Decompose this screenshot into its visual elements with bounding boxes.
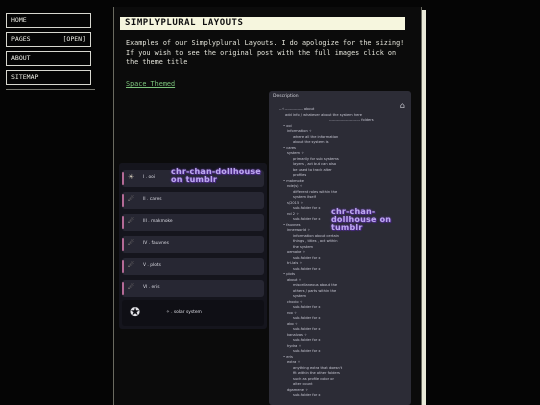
description-line: things , titles , act within — [293, 239, 338, 243]
sidebar-item-accent — [122, 216, 124, 229]
description-line: hydra ✧ — [287, 343, 302, 348]
sidebar-item-label: I . ooi — [143, 175, 156, 180]
nav-sitemap-label: SITEMAP — [11, 73, 39, 81]
description-line: • cares — [283, 145, 296, 150]
sidebar-item-accent — [122, 172, 124, 185]
description-line: about the system is — [293, 140, 329, 144]
description-line: sub-folder for x — [293, 255, 321, 260]
panel-shadow — [422, 10, 426, 405]
description-line: about ✧ — [287, 277, 302, 282]
description-line: such as profile color or — [293, 376, 334, 381]
description-line: sub-folder for x — [293, 305, 321, 309]
sidebar-active-item[interactable]: ✪ ✧ . solar system — [122, 300, 264, 326]
description-line: system — [293, 294, 306, 298]
description-header: Description — [273, 94, 299, 99]
description-line: kanalvas ✧ — [287, 332, 308, 337]
description-line: the system — [293, 244, 314, 249]
description-line: chocio ✧ — [287, 299, 303, 304]
description-line: oemake ✧ — [287, 250, 306, 254]
description-line: layers , act but can also — [293, 162, 337, 166]
description-line: ------------------------ folders — [329, 118, 374, 122]
sidebar-item[interactable]: ☄ II . cares — [122, 192, 264, 209]
description-line: fit within the other folders — [293, 371, 340, 375]
description-line: s/2015 ✧ — [287, 200, 304, 205]
sun-icon: ☀ — [128, 173, 135, 181]
sidebar-item-label: VI . eris — [143, 285, 160, 290]
description-line: system ✧ — [287, 151, 305, 155]
sidebar-credit: chr-chan-dollhouse on tumblr — [171, 167, 261, 184]
comet-icon: ☄ — [128, 217, 135, 225]
description-line: • makmoke — [283, 178, 304, 183]
site-nav: HOME PAGES [OPEN] ABOUT SITEMAP — [6, 13, 91, 89]
nav-home[interactable]: HOME — [6, 13, 91, 28]
post-intro: Examples of our Simplyplural Layouts. I … — [126, 39, 405, 66]
description-line: information ✧ — [287, 129, 312, 133]
description-line: miscellaneous about the — [293, 283, 338, 287]
sidebar-item[interactable]: ☄ V . plots — [122, 258, 264, 275]
nav-about-label: ABOUT — [11, 54, 31, 62]
description-line: sub-folder for x — [293, 393, 321, 397]
sidebar-item-label: II . cares — [143, 197, 162, 202]
description-line: primarily for sub systems — [293, 156, 339, 161]
description-line: alter count — [293, 382, 313, 386]
description-line: anything extra that doesn't — [293, 365, 343, 370]
comet-icon: ☄ — [128, 261, 135, 269]
description-line: • plots — [283, 272, 296, 276]
description-line: be used to track alter — [293, 167, 332, 172]
description-line: sub-folder for x — [293, 266, 321, 271]
sidebar-item-label: V . plots — [143, 263, 161, 268]
description-line: add info / whatever about the system her… — [285, 112, 362, 117]
description-line: profiles — [293, 173, 307, 177]
description-line: others / parts within the — [293, 288, 337, 293]
nav-home-label: HOME — [11, 16, 27, 24]
nav-pages[interactable]: PAGES [OPEN] — [6, 32, 91, 47]
comet-icon: ☄ — [128, 239, 135, 247]
sidebar-item-label: IV . fauvnes — [143, 241, 169, 246]
comet-icon: ☄ — [128, 195, 135, 203]
description-line: • eris — [283, 354, 293, 359]
description-line: roo ✧ — [287, 310, 297, 315]
description-line: role(s) ✧ — [287, 184, 303, 188]
description-credit: chr-chan-dollhouse on tumblr — [331, 207, 392, 232]
sidebar-item[interactable]: ☄ IV . fauvnes — [122, 236, 264, 253]
nav-pages-state: [OPEN] — [62, 35, 86, 43]
description-line: different roles within the — [293, 189, 338, 194]
description-line: sub-folder for x — [293, 338, 321, 342]
description-line: system itself — [293, 195, 316, 199]
sidebar-item-accent — [122, 260, 124, 273]
sidebar-item-label: III . makmoke — [143, 219, 173, 224]
comet-icon: ☄ — [128, 283, 135, 291]
sidebar-item-accent — [122, 194, 124, 207]
nav-sitemap[interactable]: SITEMAP — [6, 70, 91, 85]
nav-about[interactable]: ABOUT — [6, 51, 91, 66]
sidebar-item[interactable]: ☄ VI . eris — [122, 280, 264, 297]
description-line: abo ✧ — [287, 321, 298, 326]
post-title: SIMPLYPLURAL LAYOUTS — [120, 17, 405, 30]
description-line: extra ✧ — [287, 360, 301, 364]
description-line: dgamene ✧ — [287, 387, 309, 392]
description-line: • ooi — [283, 123, 292, 128]
sidebar-item-accent — [122, 238, 124, 251]
description-line: where all the information — [293, 134, 339, 139]
sidebar-active-label: ✧ . solar system — [166, 310, 202, 315]
description-line: --✧-------------- about — [279, 107, 315, 111]
description-line: information about certain — [293, 233, 339, 238]
description-line: sub-folder for x — [293, 316, 321, 320]
description-screenshot: Description ⌂ --✧-------------- about add… — [269, 91, 411, 405]
description-line: sub-folder for x — [293, 327, 321, 331]
description-line: tri-lais ✧ — [287, 261, 303, 265]
sidebar-screenshot: ☀ I . ooi ☄ II . cares ☄ III . makmoke ☄ IV . f… — [119, 163, 267, 329]
sidebar-item[interactable]: ☄ III . makmoke — [122, 214, 264, 231]
sidebar-item-accent — [122, 282, 124, 295]
nav-divider — [6, 89, 95, 90]
theme-link[interactable]: Space Themed — [126, 80, 175, 88]
star-icon: ✪ — [130, 305, 141, 319]
nav-pages-label: PAGES — [11, 35, 31, 43]
description-line: sub-folder for x — [293, 349, 321, 353]
